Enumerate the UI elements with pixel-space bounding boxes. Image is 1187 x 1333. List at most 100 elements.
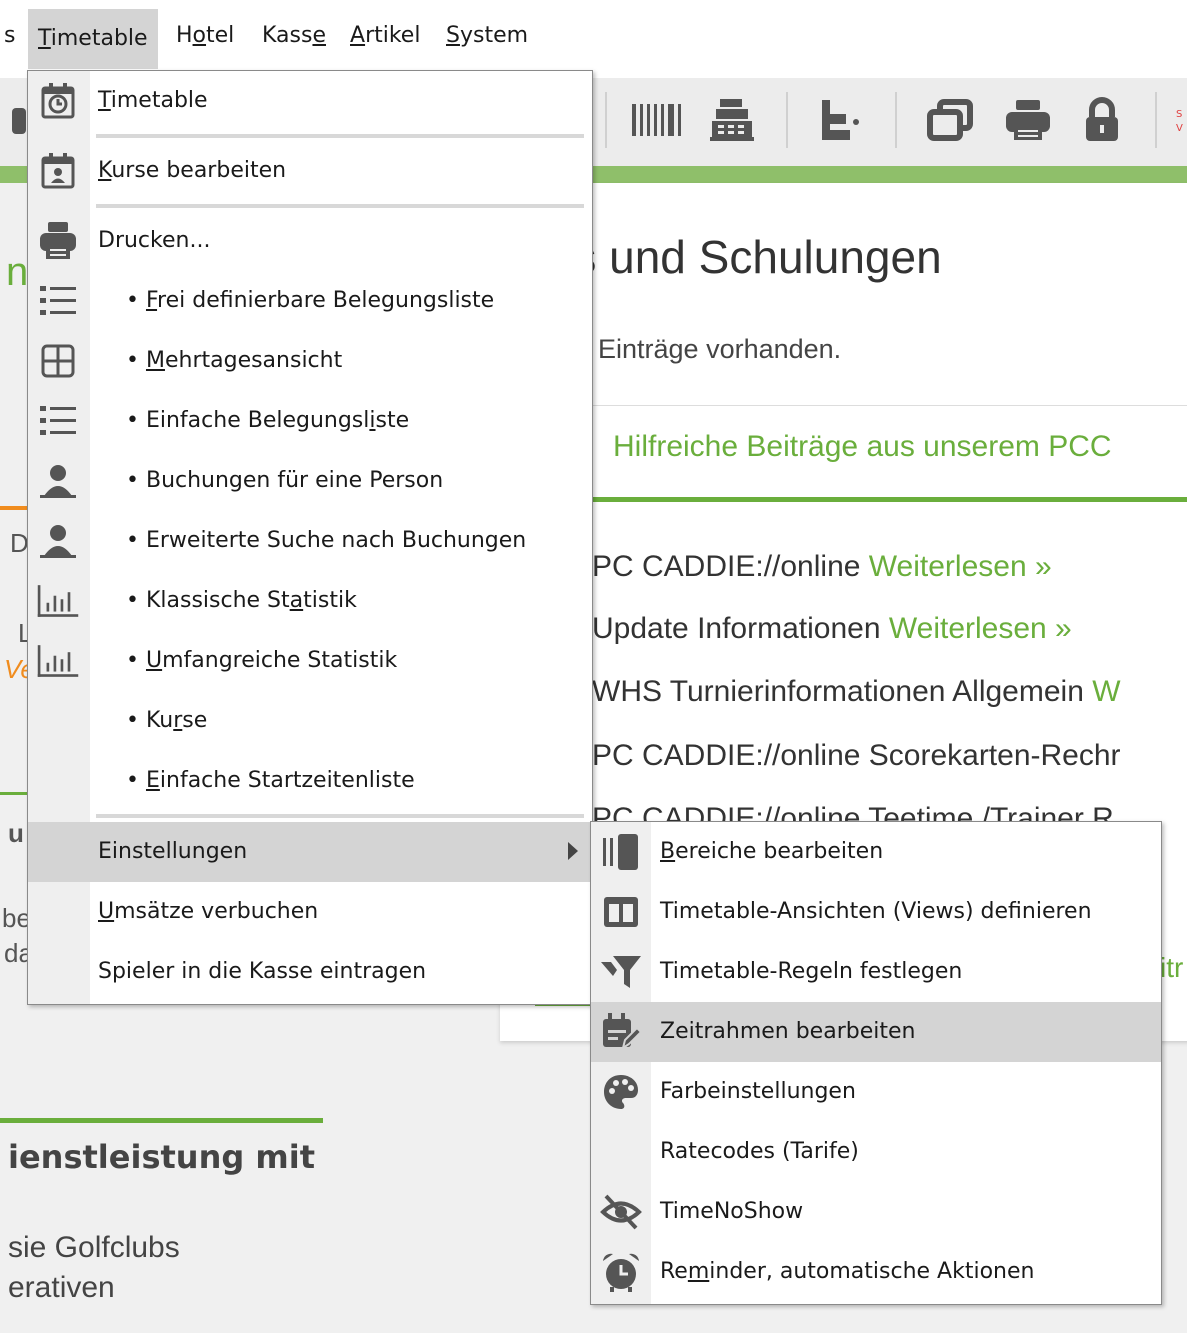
- label-part: urse bearbeiten: [111, 158, 287, 183]
- filter-rules-icon: [598, 951, 644, 993]
- menu-item-label: Drucken...: [98, 228, 211, 253]
- menu-item-timetable-ansichten[interactable]: Timetable-Ansichten (Views) definieren: [591, 882, 1161, 942]
- menu-item-label: Farbeinstellungen: [660, 1079, 856, 1104]
- person-icon: [36, 460, 80, 502]
- submenu-arrow-icon: [568, 842, 578, 860]
- news-item[interactable]: PC CADDIE://online Weiterlesen »: [592, 550, 1052, 584]
- menu-item-ratecodes[interactable]: Ratecodes (Tarife): [591, 1122, 1161, 1182]
- label-mnemonic: A: [350, 23, 366, 48]
- label-mnemonic: E: [145, 768, 160, 793]
- windows-icon[interactable]: [918, 92, 982, 148]
- read-more-link[interactable]: W: [1092, 675, 1120, 708]
- menu-item-umsaetze-verbuchen[interactable]: Umsätze verbuchen: [28, 882, 592, 942]
- label-part: H: [176, 23, 193, 48]
- tee-sheet-icon[interactable]: [808, 92, 872, 148]
- menu-system[interactable]: System: [446, 22, 528, 50]
- label-mnemonic: K: [98, 158, 112, 183]
- menu-item-timenoshow[interactable]: TimeNoShow: [591, 1182, 1161, 1242]
- menu-item-einfache-startzeitenliste[interactable]: • Einfache Startzeitenliste: [28, 751, 592, 811]
- label-part: imetable: [110, 88, 208, 113]
- menu-separator: [96, 204, 584, 208]
- toolbar-separator: [786, 92, 788, 148]
- label-part: •: [126, 648, 146, 673]
- menu-item-reminder[interactable]: Reminder, automatische Aktionen: [591, 1242, 1161, 1302]
- menu-item-einstellungen[interactable]: Einstellungen: [28, 822, 592, 882]
- red-badge-icon[interactable]: SV: [1170, 92, 1187, 148]
- menu-item-timetable-regeln[interactable]: Timetable-Regeln festlegen: [591, 942, 1161, 1002]
- menu-item-label: TimeNoShow: [660, 1199, 804, 1224]
- tab-active-underline: [588, 497, 1187, 502]
- menu-item-erweiterte-suche[interactable]: • Erweiterte Suche nach Buchungen: [28, 511, 592, 571]
- label-part: tel: [206, 23, 235, 48]
- timetable-clock-icon: [36, 80, 80, 122]
- read-more-link[interactable]: Weiterlesen »: [869, 550, 1052, 583]
- menu-item-farbeinstellungen[interactable]: Farbeinstellungen: [591, 1062, 1161, 1122]
- menu-item-umfangreiche-statistik[interactable]: • Umfangreiche Statistik: [28, 631, 592, 691]
- menu-item-klassische-statistik[interactable]: • Klassische Statistik: [28, 571, 592, 631]
- news-item-text: PC CADDIE://online: [592, 550, 869, 583]
- lock-icon[interactable]: [1072, 92, 1132, 148]
- menu-partial[interactable]: s: [4, 22, 15, 50]
- areas-icon: [598, 831, 644, 873]
- svg-text:S: S: [1176, 109, 1182, 120]
- partial-text: u: [8, 818, 24, 848]
- menu-bar: s Timetable Hotel Kasse Artikel System: [0, 0, 1187, 72]
- orange-line: [0, 506, 27, 510]
- menu-item-bereiche-bearbeiten[interactable]: Bereiche bearbeiten: [591, 822, 1161, 882]
- label-mnemonic: r: [173, 708, 183, 733]
- label-mnemonic: T: [38, 26, 51, 51]
- service-text: sie Golfclubs erativen: [8, 1228, 180, 1308]
- label-part: Kass: [262, 23, 313, 48]
- service-text-line: erativen: [8, 1271, 115, 1304]
- label-part: ereiche bearbeiten: [675, 839, 884, 864]
- menu-item-buchungen-fuer-eine-person[interactable]: • Buchungen für eine Person: [28, 451, 592, 511]
- label-part: • Klassische St: [126, 588, 290, 613]
- menu-item-label: Reminder, automatische Aktionen: [660, 1242, 1034, 1302]
- label-mnemonic: o: [192, 23, 207, 48]
- label-mnemonic: T: [98, 88, 111, 113]
- label-mnemonic: m: [687, 1259, 710, 1284]
- printer-icon[interactable]: [996, 92, 1060, 148]
- bar-chart-icon: [36, 640, 80, 682]
- alarm-clock-icon: [598, 1251, 644, 1293]
- menu-item-kurse[interactable]: • Kurse: [28, 691, 592, 751]
- grid-icon: [36, 340, 80, 382]
- cash-register-icon[interactable]: [700, 92, 764, 148]
- news-item[interactable]: PC CADDIE://online Scorekarten-Rechr: [592, 739, 1121, 773]
- news-item[interactable]: WHS Turnierinformationen Allgemein W: [592, 675, 1121, 709]
- menu-timetable[interactable]: Timetable: [28, 9, 158, 69]
- printer-icon: [36, 220, 80, 262]
- menu-item-mehrtagesansicht[interactable]: • Mehrtagesansicht: [28, 331, 592, 391]
- label-part: tistik: [303, 588, 357, 613]
- menu-item-label: Zeitrahmen bearbeiten: [660, 1019, 916, 1044]
- barcode-icon[interactable]: [626, 92, 690, 148]
- news-item-text: WHS Turnierinformationen Allgemein: [592, 675, 1093, 708]
- label-part: ste: [375, 408, 410, 433]
- label-part: msätze verbuchen: [114, 899, 319, 924]
- news-title: nts und Schulungen: [535, 231, 942, 283]
- menu-item-zeitrahmen-bearbeiten[interactable]: Zeitrahmen bearbeiten: [591, 1002, 1161, 1062]
- label-part: ehrtagesansicht: [164, 348, 343, 373]
- tab-helpful-articles[interactable]: Hilfreiche Beiträge aus unserem PCC: [613, 430, 1112, 464]
- label-part: se: [182, 708, 208, 733]
- menu-kasse[interactable]: Kasse: [262, 22, 326, 50]
- menu-item-timetable[interactable]: Timetable: [28, 71, 592, 131]
- label-part: imetable: [50, 26, 148, 51]
- service-text-line: sie Golfclubs: [8, 1231, 180, 1264]
- label-part: ystem: [459, 23, 529, 48]
- menu-item-kurse-bearbeiten[interactable]: Kurse bearbeiten: [28, 141, 592, 201]
- menu-item-drucken[interactable]: Drucken...: [28, 211, 592, 271]
- menu-item-spieler-in-kasse[interactable]: Spieler in die Kasse eintragen: [28, 942, 592, 1002]
- news-item[interactable]: Update Informationen Weiterlesen »: [592, 612, 1072, 646]
- menu-item-label: • Mehrtagesansicht: [126, 331, 342, 391]
- menu-hotel[interactable]: Hotel: [176, 22, 234, 50]
- menu-item-label: Umsätze verbuchen: [98, 882, 318, 942]
- partial-text: D: [10, 528, 29, 558]
- read-more-link[interactable]: Weiterlesen »: [889, 612, 1072, 645]
- menu-item-einfache-belegungsliste[interactable]: • Einfache Belegungsliste: [28, 391, 592, 451]
- label-mnemonic: e: [312, 23, 326, 48]
- menu-item-frei-definierbare-belegungsliste[interactable]: • Frei definierbare Belegungsliste: [28, 271, 592, 331]
- toolbar-separator: [605, 92, 607, 148]
- menu-artikel[interactable]: Artikel: [350, 22, 420, 50]
- menu-item-label: • Erweiterte Suche nach Buchungen: [126, 528, 527, 553]
